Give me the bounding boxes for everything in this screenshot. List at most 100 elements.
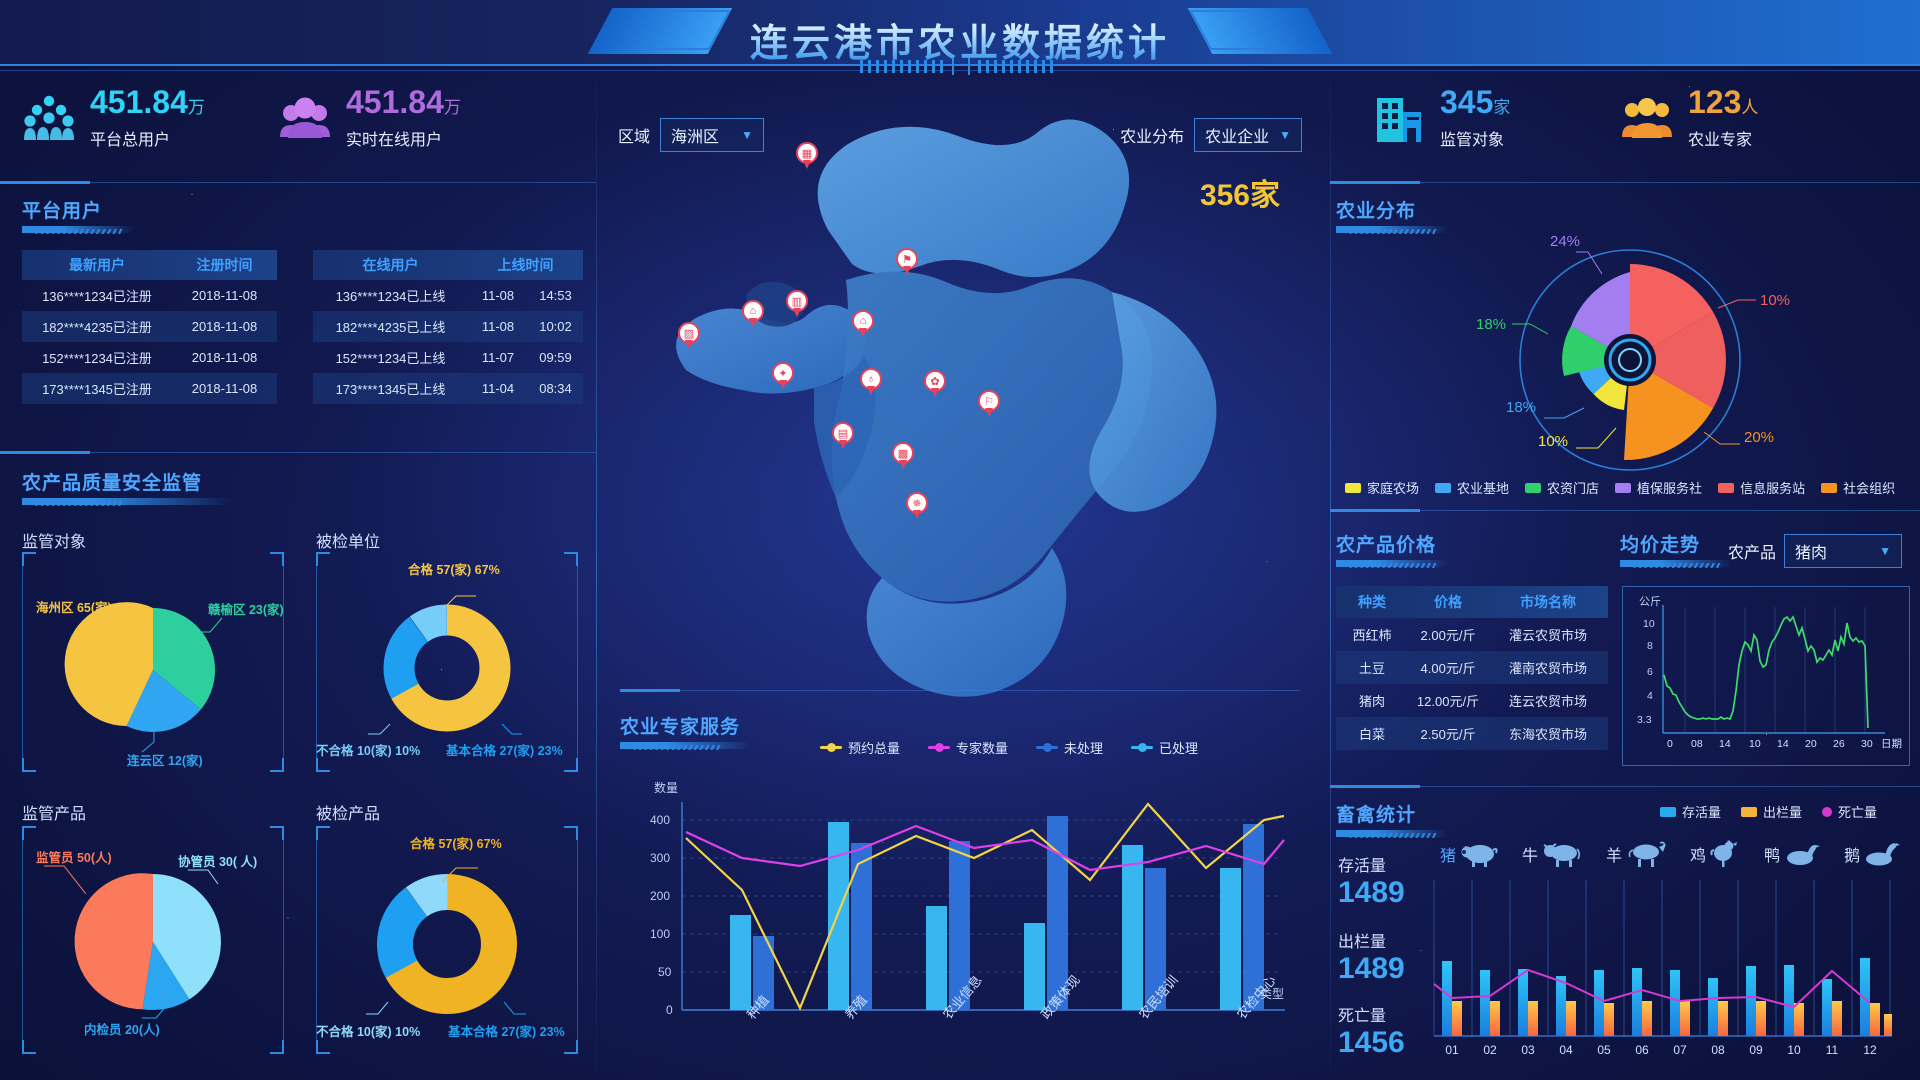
table-row[interactable]: 猪肉 12.00元/斤 连云农贸市场 [1336, 684, 1608, 717]
legend-item-info-station[interactable]: 信息服务站 [1718, 478, 1805, 497]
product-price-table[interactable]: 种类 价格 市场名称 西红柿 2.00元/斤 灌云农贸市场 土豆 4.00元/斤… [1336, 586, 1608, 750]
stat-label: 出栏量 [1338, 934, 1387, 951]
rose-pct-info-station: 10% [1760, 292, 1790, 309]
cell-market: 东海农贸市场 [1508, 727, 1587, 742]
animal-label: 猪 [1440, 848, 1457, 865]
goose-icon [1866, 843, 1901, 866]
rose-pct-plant-protection: 24% [1550, 233, 1580, 250]
legend-item-handled[interactable]: 已处理 [1131, 738, 1198, 757]
y-tick: 200 [650, 889, 670, 903]
legend-item-social-org[interactable]: 社会组织 [1821, 478, 1895, 497]
chart-label-inspected-units: 被检单位 [316, 534, 381, 551]
x-axis-title: 日期 [1881, 738, 1902, 750]
latest-users-table-header: 最新用户 注册时间 [22, 250, 277, 280]
price-trend-selector-group[interactable]: 农产品 猪肉 ▼ [1728, 534, 1903, 568]
table-row[interactable]: 152****1234已上线 11-07 09:59 [313, 342, 583, 373]
legend-item-experts[interactable]: 专家数量 [928, 738, 1008, 757]
animal-option-goose[interactable]: 鹅 [1844, 841, 1901, 867]
duck-icon [1787, 845, 1821, 865]
table-row[interactable]: 136****1234已上线 11-08 14:53 [313, 280, 583, 311]
legend-item-slaughter[interactable]: 出栏量 [1741, 802, 1802, 821]
online-users-table[interactable]: 在线用户 上线时间 136****1234已上线 11-08 14:53 182… [313, 250, 583, 404]
product-price-underline [1336, 560, 1448, 568]
map-pin-marker[interactable]: ▩ [892, 442, 914, 470]
animal-option-duck[interactable]: 鸭 [1764, 841, 1821, 867]
map-pin-marker[interactable]: ♁ [860, 368, 882, 396]
cell-date: 11-08 [481, 319, 515, 334]
map-shape[interactable] [600, 80, 1320, 720]
col-category: 种类 [1358, 594, 1386, 610]
stat-label: 死亡量 [1338, 1008, 1387, 1025]
animal-option-pig[interactable]: 猪 [1440, 841, 1498, 867]
legend-label: 农资门店 [1547, 481, 1600, 496]
map-pin-marker[interactable]: ▥ [786, 290, 808, 318]
x-tick: 09 [1749, 1043, 1763, 1057]
platform-users-title-block: 平台用户 [22, 196, 134, 234]
cell-price: 4.00元/斤 [1420, 661, 1476, 676]
map-pin-marker[interactable]: ✵ [906, 492, 928, 520]
chart-label-supervised-products: 监管产品 [22, 806, 87, 823]
animal-option-goat[interactable]: 羊 [1606, 841, 1667, 867]
livestock-animal-selector[interactable]: 猪 牛 羊 鸡 鸭 鹅 [1440, 840, 1901, 868]
y-tick: 100 [650, 927, 670, 941]
stat-value: 1489 [1338, 952, 1405, 985]
y-tick: 0 [666, 1003, 673, 1017]
map-pin-marker[interactable]: ⌂ [742, 300, 764, 328]
legend-item-alive[interactable]: 存活量 [1660, 802, 1721, 821]
legend-item-ag-store[interactable]: 农资门店 [1525, 478, 1599, 497]
table-row[interactable]: 173****1345已注册 2018-11-08 [22, 373, 277, 404]
map-pin-marker[interactable]: ⚑ [896, 248, 918, 276]
legend-item-pending[interactable]: 未处理 [1036, 738, 1103, 757]
legend-label: 预约总量 [848, 741, 901, 756]
cell-user: 136****1234已注册 [42, 289, 152, 304]
map-pin-marker[interactable]: ⌂ [852, 310, 874, 338]
cell-date: 11-04 [481, 381, 515, 396]
map-pin-marker[interactable]: ▨ [678, 322, 700, 350]
table-row[interactable]: 182****4235已注册 2018-11-08 [22, 311, 277, 342]
kpi-section-accent [0, 181, 90, 184]
x-axis-title: 类型 [1260, 987, 1284, 1001]
legend-label: 出栏量 [1763, 805, 1803, 820]
table-row[interactable]: 182****4235已上线 11-08 10:02 [313, 311, 583, 342]
line-expert-count [685, 824, 1285, 872]
table-row[interactable]: 土豆 4.00元/斤 灌南农贸市场 [1336, 651, 1608, 684]
map-pin-marker[interactable]: ✦ [772, 362, 794, 390]
table-row[interactable]: 136****1234已注册 2018-11-08 [22, 280, 277, 311]
animal-option-cow[interactable]: 牛 [1522, 841, 1582, 867]
latest-users-table[interactable]: 最新用户 注册时间 136****1234已注册 2018-11-08 182*… [22, 250, 277, 404]
livestock-title: 畜禽统计 [1336, 805, 1417, 826]
livestock-section-accent [1330, 785, 1420, 788]
online-users-table-header: 在线用户 上线时间 [313, 250, 583, 280]
region-map[interactable]: ▦ ▥ ▨ ⚑ ⌂ ⌂ ✦ ♁ ✿ ⚐ ▤ ▩ ✵ [600, 80, 1320, 720]
x-tick: 10 [1787, 1043, 1801, 1057]
table-row[interactable]: 152****1234已注册 2018-11-08 [22, 342, 277, 373]
legend-item-death[interactable]: 死亡量 [1822, 802, 1877, 821]
legend-item-plant-protection[interactable]: 植保服务社 [1615, 478, 1702, 497]
expert-service-title: 农业专家服务 [620, 717, 741, 738]
supervised-objects-pie: 海州区 65(家) 赣榆区 23(家) 连云区 12(家) [36, 600, 284, 768]
table-row[interactable]: 173****1345已上线 11-04 08:34 [313, 373, 583, 404]
x-tick: 02 [1483, 1043, 1497, 1057]
table-row[interactable]: 白菜 2.50元/斤 东海农贸市场 [1336, 717, 1608, 750]
animal-option-chicken[interactable]: 鸡 [1690, 840, 1740, 868]
stat-value: 1489 [1338, 876, 1405, 909]
dashboard-header: 连云港市农业数据统计 [0, 0, 1920, 75]
expert-service-legend: 预约总量 专家数量 未处理 已处理 [820, 738, 1198, 757]
goat-icon [1628, 841, 1667, 867]
map-pin-marker[interactable]: ▦ [796, 142, 818, 170]
legend-item-family-farm[interactable]: 家庭农场 [1345, 478, 1419, 497]
table-row[interactable]: 西红柿 2.00元/斤 灌云农贸市场 [1336, 618, 1608, 651]
map-pin-marker[interactable]: ▤ [832, 422, 854, 450]
kpi-online-users-unit: 万 [443, 98, 461, 117]
cell-market: 灌南农贸市场 [1508, 661, 1587, 676]
map-pin-marker[interactable]: ✿ [924, 370, 946, 398]
inspected-units-chart-box: 合格 57(家) 67% 基本合格 27(家) 23% 不合格 10(家) 10… [316, 552, 578, 772]
legend-item-ag-base[interactable]: 农业基地 [1435, 478, 1509, 497]
building-icon [1372, 93, 1426, 143]
cell-time: 2018-11-08 [191, 381, 258, 396]
price-trend-select[interactable]: 猪肉 ▼ [1784, 534, 1903, 568]
legend-item-booking[interactable]: 预约总量 [820, 738, 900, 757]
cell-user: 173****1345已上线 [335, 382, 446, 397]
map-pin-marker[interactable]: ⚐ [978, 390, 1000, 418]
y-tick: 6 [1647, 666, 1653, 678]
